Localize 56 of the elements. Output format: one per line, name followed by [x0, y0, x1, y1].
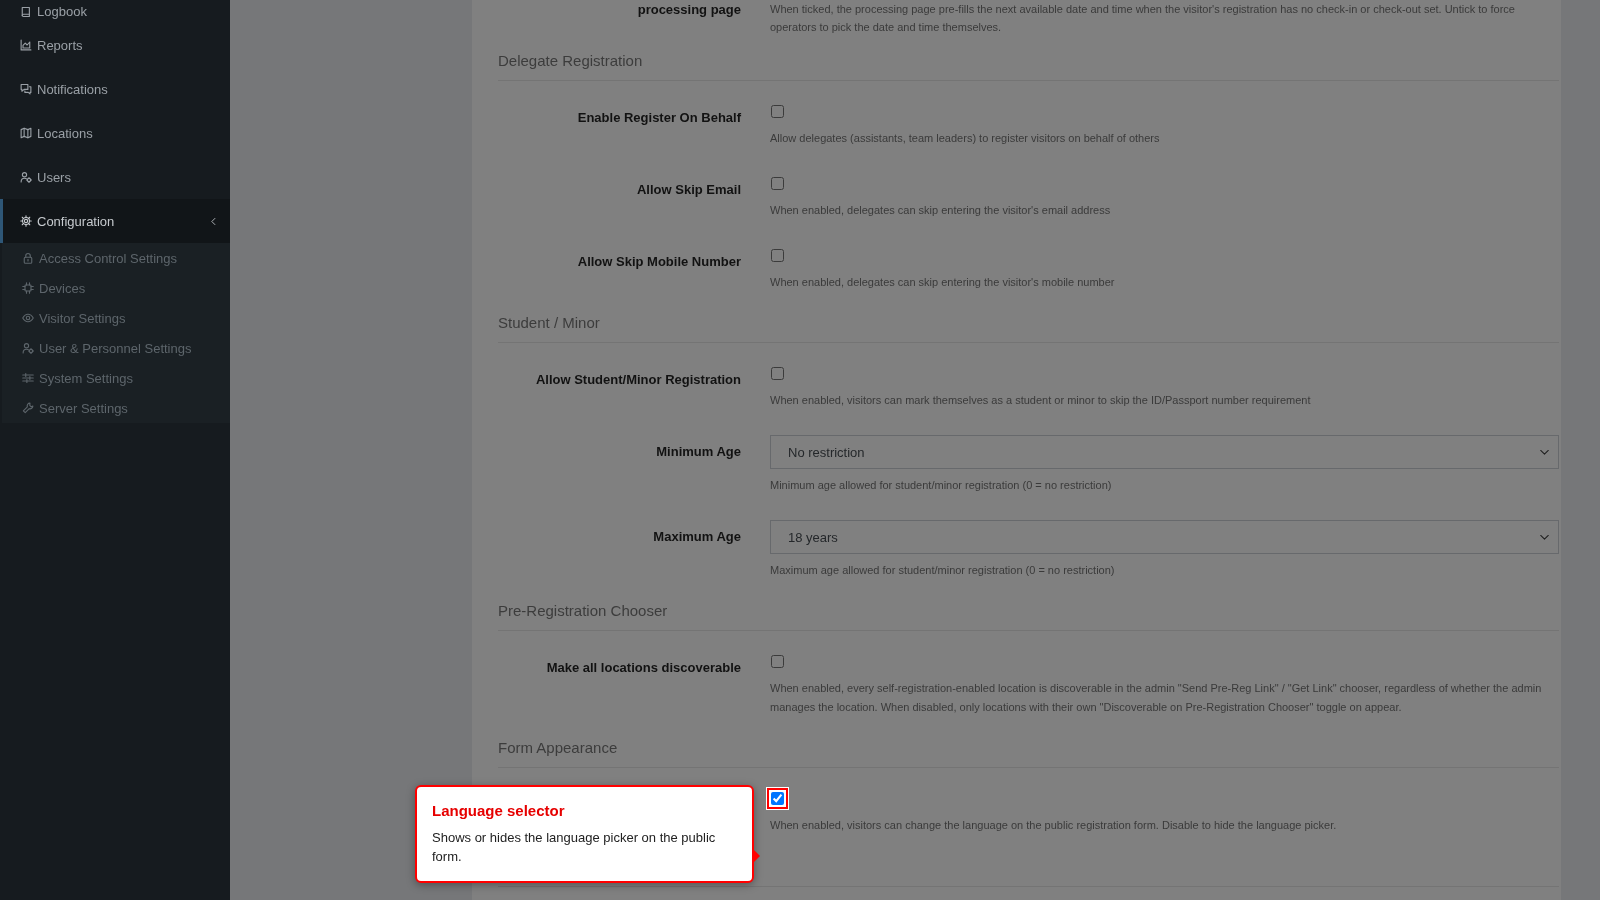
settings-icon	[20, 215, 32, 227]
nav-item[interactable]: System Settings	[2, 363, 230, 393]
nav-item[interactable]: Logbook	[0, 0, 230, 23]
dropdown[interactable]: 18 years	[770, 520, 1559, 554]
chart-icon	[20, 39, 32, 51]
checkbox[interactable]	[771, 654, 784, 668]
book-icon	[20, 5, 32, 18]
field-label: Allow Skip Mobile Number	[577, 254, 741, 269]
field-label: Maximum Age	[653, 529, 741, 544]
field-label: Allow Student/Minor Registration	[535, 372, 741, 387]
field-label: processing page	[637, 2, 741, 17]
nav-item[interactable]: Reports	[0, 23, 230, 67]
eye-icon	[22, 312, 34, 324]
checkbox[interactable]	[771, 791, 784, 805]
wrench-icon	[22, 402, 34, 414]
popover-title: Language selector	[432, 801, 565, 821]
user-gear-icon	[20, 171, 32, 183]
field-description: When ticked, the processing page pre-fills the next available date and time when the visitor's registration has no check-in or check-out set. Untick to force operators to pick the date and time themselves.	[770, 2, 1516, 35]
user-gear-icon	[22, 342, 34, 354]
popover-text: Shows or hides the language picker on the public form.	[432, 829, 717, 866]
chip-icon	[22, 282, 34, 294]
section-heading: Delegate Registration	[498, 51, 643, 71]
field-description: When enabled, delegates can skip entering the visitor's email address	[770, 203, 1111, 218]
section-heading: Form Appearance	[498, 738, 618, 758]
field-label: Minimum Age	[656, 444, 741, 459]
map-icon	[20, 127, 32, 139]
nav-item[interactable]: Locations	[0, 111, 230, 155]
chevron-left-icon	[209, 216, 218, 226]
nav-item[interactable]: Configuration	[0, 199, 230, 243]
nav-item[interactable]: Access Control Settings	[2, 243, 230, 273]
nav-item[interactable]: Server Settings	[2, 393, 230, 423]
field-description: Allow delegates (assistants, team leaders) to register visitors on behalf of others	[770, 131, 1160, 146]
field-label: Make all locations discoverable	[546, 660, 741, 675]
field-description: Minimum age allowed for student/minor registration (0 = no restriction)	[770, 478, 1112, 493]
field-label: Allow Skip Email	[636, 182, 741, 197]
section-heading: Student / Minor	[498, 313, 600, 333]
checkbox[interactable]	[771, 104, 784, 118]
nav-item[interactable]: Devices	[2, 273, 230, 303]
dropdown[interactable]: No restriction	[770, 435, 1559, 469]
chat-bubbles-icon	[20, 83, 32, 95]
field-description: When enabled, delegates can skip entering the visitor's mobile number	[770, 275, 1115, 290]
field-description: Maximum age allowed for student/minor registration (0 = no restriction)	[770, 563, 1115, 578]
checkbox[interactable]	[771, 366, 784, 380]
nav-item[interactable]: Visitor Settings	[2, 303, 230, 333]
field-description: When enabled, visitors can change the language on the public registration form. Disable to hide the language picker.	[770, 818, 1337, 833]
checkbox[interactable]	[771, 176, 784, 190]
checkbox[interactable]	[771, 248, 784, 262]
section-heading: Pre-Registration Chooser	[498, 601, 668, 621]
lock-icon	[22, 252, 34, 264]
nav-item[interactable]: Notifications	[0, 67, 230, 111]
field-description: When enabled, visitors can mark themselves as a student or minor to skip the ID/Passport number requirement	[770, 393, 1311, 408]
nav-item[interactable]: User & Personnel Settings	[2, 333, 230, 363]
field-description: When enabled, every self-registration-enabled location is discoverable in the admin "Send Pre-Reg Link" / "Get Link" chooser, regardless of whether the admin manages the location. When disabled, only locations with their own "Discoverable on Pre-Registration Chooser" toggle on appear.	[770, 681, 1543, 715]
field-label: Enable Register On Behalf	[577, 110, 741, 125]
nav-item[interactable]: Users	[0, 155, 230, 199]
sliders-icon	[22, 372, 34, 384]
